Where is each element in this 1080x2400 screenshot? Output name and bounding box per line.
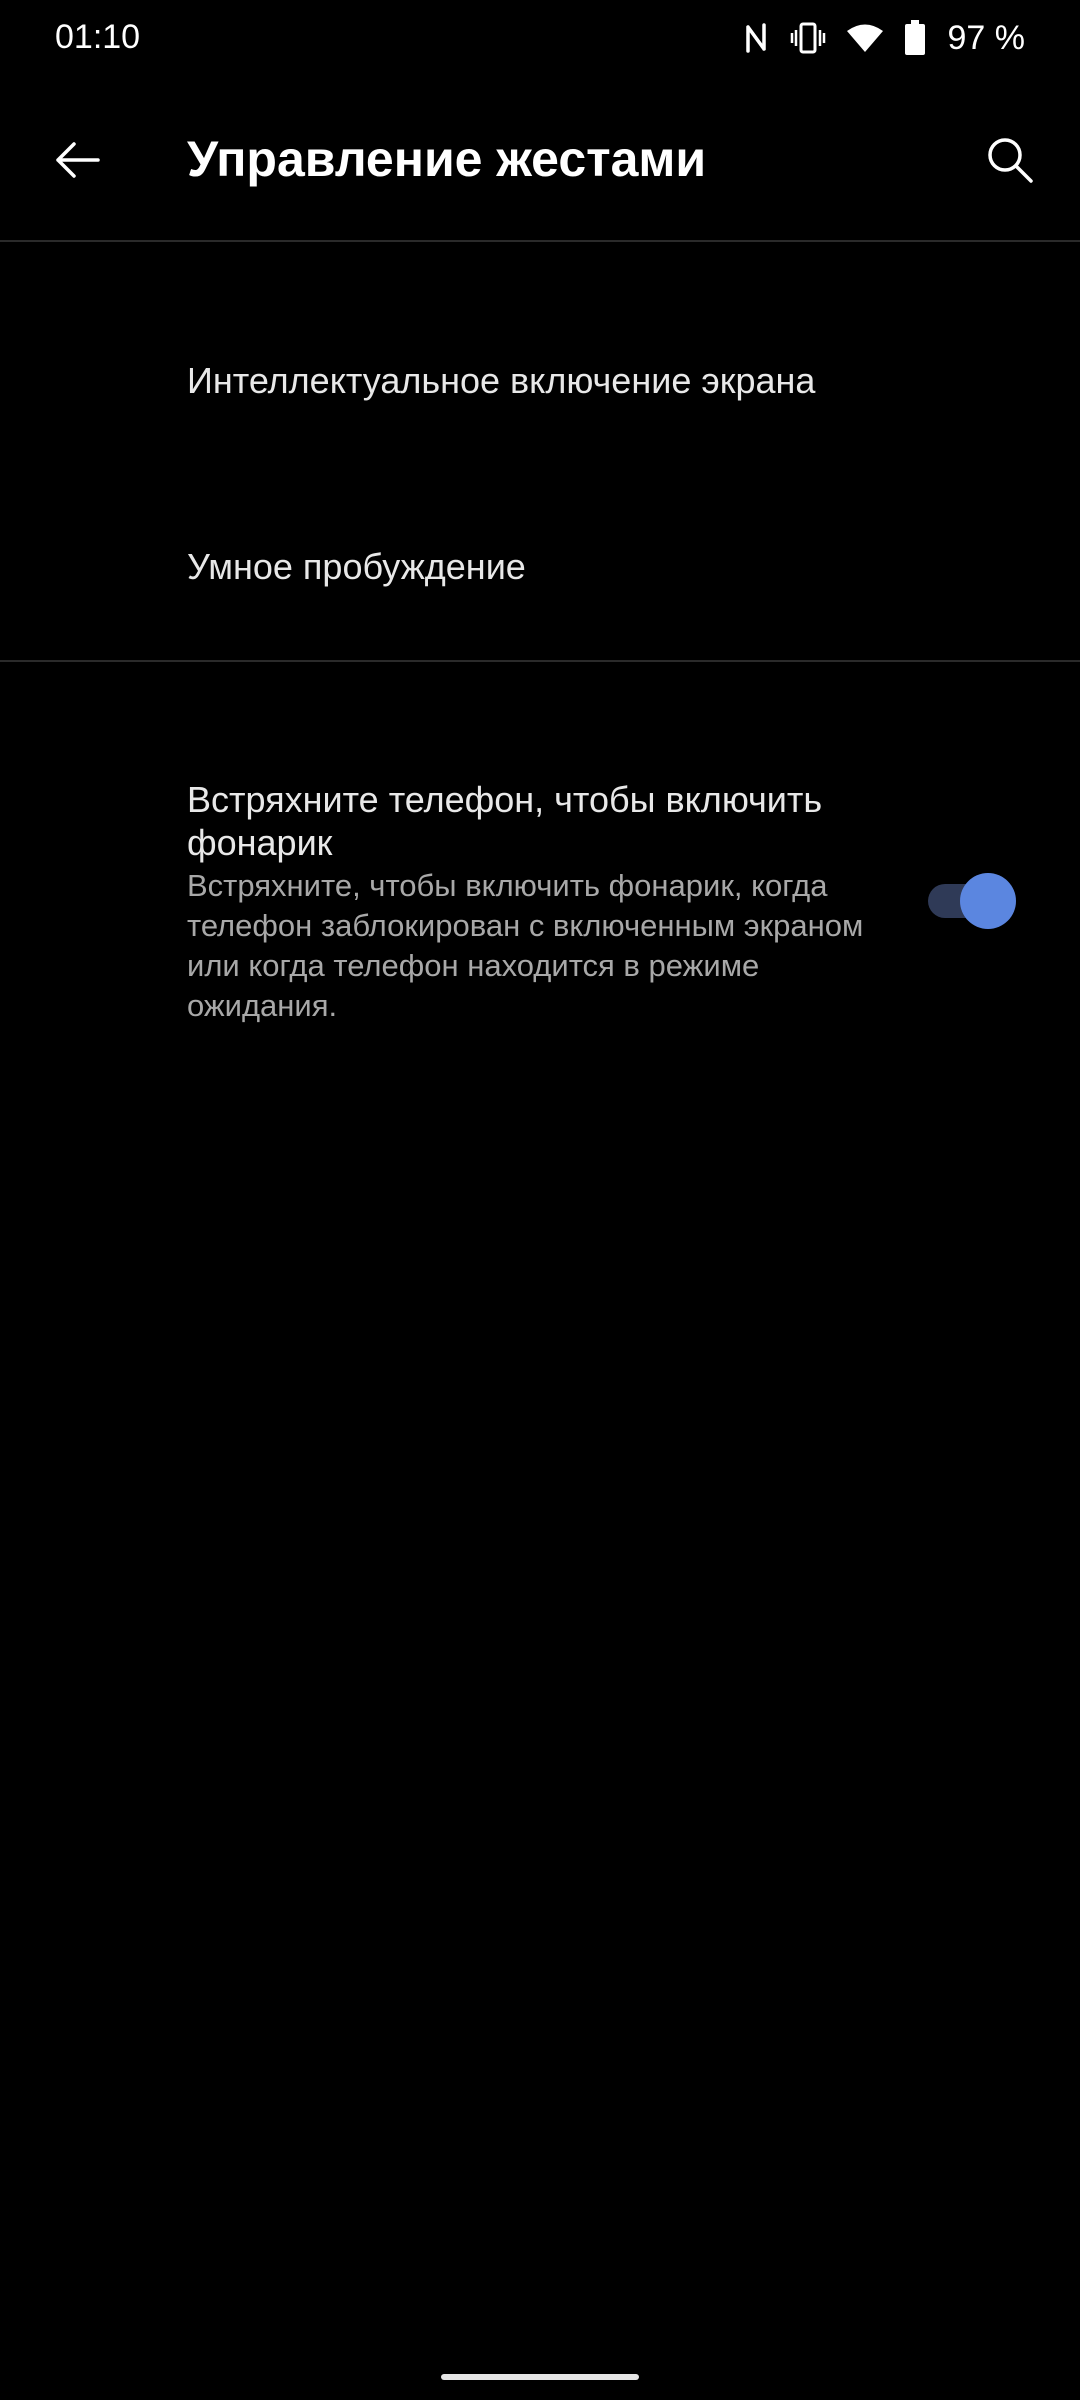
list-item-smart-wake[interactable]: Умное пробуждение (0, 476, 1080, 656)
search-button[interactable] (972, 122, 1048, 198)
toolbar: Управление жестами (0, 80, 1080, 240)
list-item-smart-screen-on[interactable]: Интеллектуальное включение экрана (0, 290, 1080, 470)
shake-flashlight-switch[interactable] (926, 870, 1016, 930)
toolbar-divider (0, 240, 1080, 242)
switch-thumb (960, 873, 1016, 929)
page-title: Управление жестами (187, 131, 707, 187)
wifi-icon (846, 22, 884, 54)
toggle-title: Встряхните телефон, чтобы включить фонар… (187, 779, 823, 863)
list-item-title: Умное пробуждение (187, 546, 526, 587)
vibrate-icon (790, 21, 826, 55)
toggle-summary: Встряхните, чтобы включить фонарик, когд… (187, 868, 864, 1023)
status-bar: 01:10 97 % (0, 0, 1080, 80)
status-time: 01:10 (55, 18, 141, 56)
status-icons: 97 % (744, 16, 1026, 60)
list-item-shake-flashlight[interactable]: Встряхните телефон, чтобы включить фонар… (0, 760, 1080, 1050)
gesture-nav-handle[interactable] (441, 2374, 639, 2380)
back-button[interactable] (40, 122, 116, 198)
list-item-title: Интеллектуальное включение экрана (187, 360, 816, 401)
search-icon (988, 138, 1033, 183)
section-divider (0, 660, 1080, 662)
battery-percent: 97 % (947, 18, 1026, 57)
arrow-left-icon (56, 142, 100, 178)
nfc-icon (744, 21, 770, 55)
battery-icon (904, 20, 926, 56)
